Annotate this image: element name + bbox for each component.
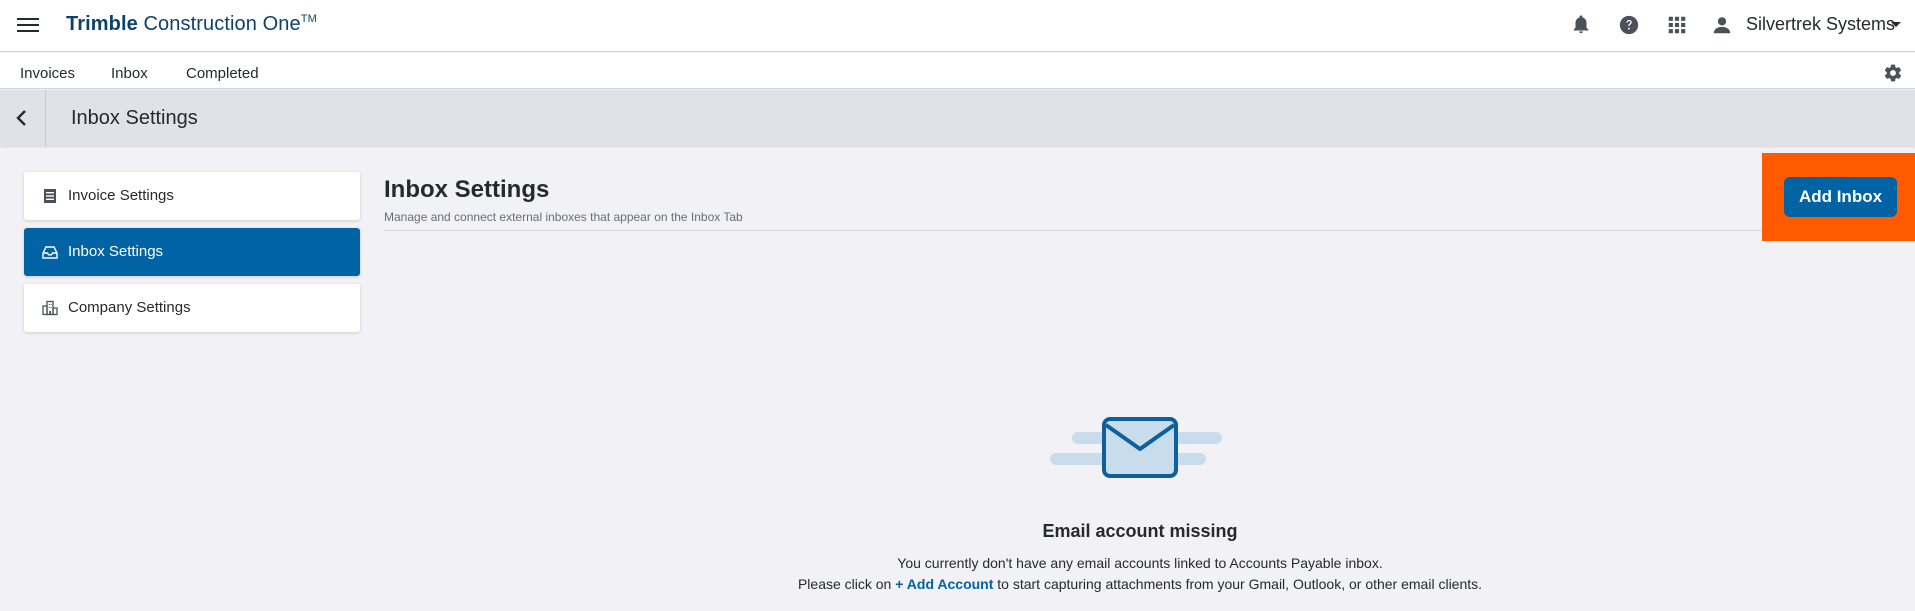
instructions-suffix: to start capturing attachments from your… — [993, 576, 1483, 592]
help-icon[interactable] — [1618, 14, 1640, 36]
building-icon — [42, 300, 58, 316]
gear-icon[interactable] — [1883, 63, 1903, 83]
sidebar-item-label: Invoice Settings — [68, 187, 174, 204]
instructions-prefix: Please click on — [797, 576, 896, 592]
add-account-link[interactable]: + Add Account — [895, 576, 993, 592]
content-subtitle: Manage and connect external inboxes that… — [384, 210, 743, 224]
sidebar-item-company-settings[interactable]: Company Settings — [24, 284, 360, 332]
caret-down-icon[interactable] — [1891, 22, 1901, 27]
brand-tm: TM — [300, 13, 317, 25]
empty-state-instructions: Please click on + Add Account to start c… — [640, 576, 1640, 592]
top-bar: Trimble Construction OneTM Silvertrek Sy… — [0, 0, 1915, 52]
content-title: Inbox Settings — [384, 176, 550, 203]
tab-completed[interactable]: Completed — [186, 65, 259, 82]
sidebar-item-inbox-settings[interactable]: Inbox Settings — [24, 228, 360, 276]
user-name[interactable]: Silvertrek Systems — [1746, 14, 1895, 35]
bell-icon[interactable] — [1570, 14, 1592, 36]
inbox-icon — [42, 246, 58, 259]
empty-state-text: You currently don't have any email accou… — [897, 555, 1383, 571]
list-icon — [44, 189, 56, 203]
brand-rest: Construction One — [137, 13, 301, 35]
tab-invoices[interactable]: Invoices — [20, 65, 75, 82]
envelope-icon — [1050, 417, 1222, 478]
sidebar-item-label: Company Settings — [68, 299, 191, 316]
empty-state-title: Email account missing — [1042, 521, 1238, 541]
brand-logo[interactable]: Trimble Construction OneTM — [66, 13, 317, 36]
add-inbox-button[interactable]: Add Inbox — [1784, 177, 1897, 217]
page-title: Inbox Settings — [71, 107, 198, 129]
page-header: Inbox Settings — [0, 90, 1915, 146]
menu-icon[interactable] — [17, 15, 39, 35]
user-icon[interactable] — [1711, 14, 1733, 36]
tabs-bar: Invoices Inbox Completed — [0, 53, 1915, 89]
sidebar-item-invoice-settings[interactable]: Invoice Settings — [24, 172, 360, 220]
divider — [384, 230, 1906, 231]
chevron-left-icon — [16, 110, 26, 126]
tab-inbox[interactable]: Inbox — [111, 65, 148, 82]
apps-grid-icon[interactable] — [1666, 14, 1688, 36]
brand-bold: Trimble — [66, 13, 138, 35]
back-button[interactable] — [0, 90, 46, 146]
sidebar-item-label: Inbox Settings — [68, 243, 164, 260]
